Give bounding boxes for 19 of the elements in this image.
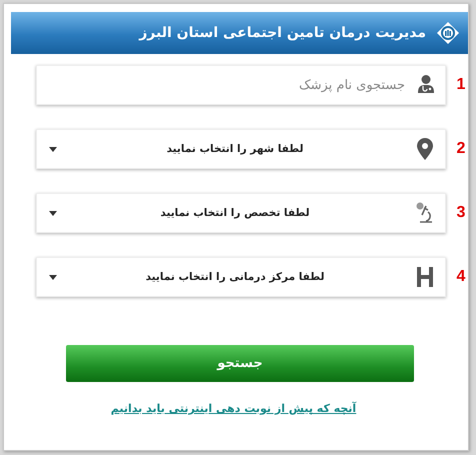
doctor-icon (416, 74, 436, 94)
help-link[interactable]: آنچه که پیش از نوبت دهی اینترنتی باید بدانیم (110, 402, 356, 415)
step-number: 1 (456, 76, 466, 94)
step-number: 2 (456, 140, 466, 158)
logo-icon (436, 21, 460, 45)
search-button[interactable]: جستجو (66, 345, 414, 382)
dropdown[interactable]: لطفا تخصص را انتخاب نمایید (36, 193, 446, 233)
microscope-icon (415, 202, 435, 224)
header-title: مدیریت درمان تامین اجتماعی استان البرز (139, 25, 426, 41)
caret-icon (49, 210, 57, 216)
dropdown[interactable]: لطفا شهر را انتخاب نمایید (36, 129, 446, 169)
caret-icon (49, 146, 57, 152)
doctor-search-field[interactable]: جستجوی نام پزشک (36, 65, 446, 105)
step-number: 3 (456, 204, 466, 222)
location-pin-icon (417, 138, 433, 160)
step-number: 4 (456, 268, 466, 286)
hospital-icon (416, 266, 434, 288)
caret-icon (49, 274, 57, 280)
dropdown[interactable]: لطفا مرکز درمانی را انتخاب نمایید (36, 257, 446, 297)
